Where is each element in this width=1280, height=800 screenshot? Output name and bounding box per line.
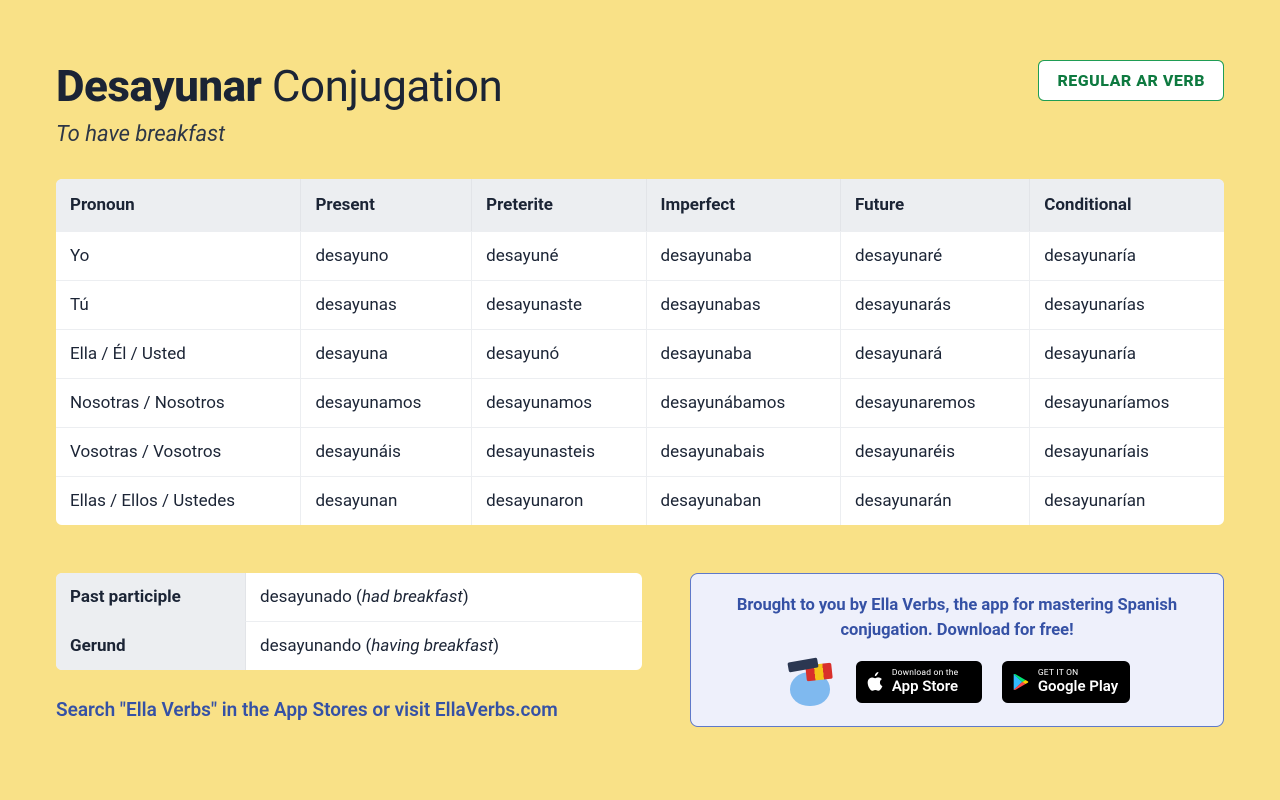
table-cell: desayunaron	[472, 476, 646, 525]
table-row: Yodesayunodesayunédesayunabadesayunaréde…	[56, 231, 1224, 280]
table-cell: desayunaríamos	[1030, 378, 1224, 427]
forms-table: Past participle desayunado (had breakfas…	[56, 573, 642, 670]
google-play-icon	[1012, 672, 1030, 692]
table-row: Túdesayunasdesayunastedesayunabasdesayun…	[56, 280, 1224, 329]
table-row: Ellas / Ellos / Ustedesdesayunandesayuna…	[56, 476, 1224, 525]
verb-type-badge: REGULAR AR VERB	[1038, 60, 1224, 101]
col-future: Future	[841, 179, 1030, 231]
table-cell: Yo	[56, 231, 301, 280]
bottom-left: Past participle desayunado (had breakfas…	[56, 573, 642, 721]
table-cell: desayunáis	[301, 427, 472, 476]
app-store-badge[interactable]: Download on the App Store	[856, 661, 982, 703]
google-play-big: Google Play	[1038, 678, 1118, 695]
table-cell: desayunasteis	[472, 427, 646, 476]
table-header-row: Pronoun Present Preterite Imperfect Futu…	[56, 179, 1224, 231]
apple-icon	[866, 672, 884, 692]
table-cell: desayunabais	[647, 427, 842, 476]
past-participle-label: Past participle	[56, 573, 246, 621]
table-cell: desayunan	[301, 476, 472, 525]
table-cell: desayunaba	[647, 231, 842, 280]
google-play-badge[interactable]: GET IT ON Google Play	[1002, 661, 1130, 703]
col-conditional: Conditional	[1030, 179, 1224, 231]
table-cell: Nosotras / Nosotros	[56, 378, 301, 427]
table-cell: desayunaban	[647, 476, 842, 525]
table-cell: desayunó	[472, 329, 646, 378]
table-cell: desayunas	[301, 280, 472, 329]
table-cell: desayunaré	[841, 231, 1030, 280]
table-row: Ella / Él / Usteddesayunadesayunódesayun…	[56, 329, 1224, 378]
table-cell: desayunará	[841, 329, 1030, 378]
title-block: Desayunar Conjugation To have breakfast	[56, 60, 502, 147]
table-cell: desayunamos	[472, 378, 646, 427]
past-participle-value: desayunado (had breakfast)	[246, 573, 642, 621]
app-store-big: App Store	[892, 678, 959, 695]
table-cell: Ellas / Ellos / Ustedes	[56, 476, 301, 525]
verb-name: Desayunar	[56, 60, 261, 112]
table-cell: desayuné	[472, 231, 646, 280]
col-preterite: Preterite	[472, 179, 646, 231]
table-cell: desayunamos	[301, 378, 472, 427]
col-present: Present	[301, 179, 472, 231]
table-cell: desayunarías	[1030, 280, 1224, 329]
table-row: Vosotras / Vosotrosdesayunáisdesayunaste…	[56, 427, 1224, 476]
table-cell: Vosotras / Vosotros	[56, 427, 301, 476]
col-pronoun: Pronoun	[56, 179, 301, 231]
bottom-row: Past participle desayunado (had breakfas…	[56, 573, 1224, 727]
subtitle: To have breakfast	[56, 122, 502, 147]
table-cell: Tú	[56, 280, 301, 329]
table-cell: desayunaría	[1030, 231, 1224, 280]
search-line: Search "Ella Verbs" in the App Stores or…	[56, 698, 642, 721]
page-title: Desayunar Conjugation	[56, 60, 502, 112]
gerund-value: desayunando (having breakfast)	[246, 621, 642, 670]
promo-text: Brought to you by Ella Verbs, the app fo…	[715, 594, 1199, 644]
table-cell: desayunaba	[647, 329, 842, 378]
title-suffix: Conjugation	[272, 60, 502, 112]
promo-badges: Download on the App Store GET IT ON Goog…	[715, 658, 1199, 706]
table-cell: desayunarás	[841, 280, 1030, 329]
table-cell: Ella / Él / Usted	[56, 329, 301, 378]
conjugation-table: Pronoun Present Preterite Imperfect Futu…	[56, 179, 1224, 525]
table-cell: desayunabas	[647, 280, 842, 329]
gerund-label: Gerund	[56, 621, 246, 670]
table-cell: desayunábamos	[647, 378, 842, 427]
header: Desayunar Conjugation To have breakfast …	[56, 60, 1224, 147]
col-imperfect: Imperfect	[647, 179, 842, 231]
promo-box: Brought to you by Ella Verbs, the app fo…	[690, 573, 1224, 727]
mascot-icon	[784, 658, 836, 706]
table-row: Nosotras / Nosotrosdesayunamosdesayunamo…	[56, 378, 1224, 427]
table-row: Past participle desayunado (had breakfas…	[56, 573, 642, 621]
table-cell: desayunaremos	[841, 378, 1030, 427]
table-cell: desayunaría	[1030, 329, 1224, 378]
table-cell: desayunaste	[472, 280, 646, 329]
table-cell: desayunarán	[841, 476, 1030, 525]
table-cell: desayuna	[301, 329, 472, 378]
table-row: Gerund desayunando (having breakfast)	[56, 621, 642, 670]
table-cell: desayunaréis	[841, 427, 1030, 476]
table-cell: desayunarían	[1030, 476, 1224, 525]
table-cell: desayuno	[301, 231, 472, 280]
table-cell: desayunaríais	[1030, 427, 1224, 476]
